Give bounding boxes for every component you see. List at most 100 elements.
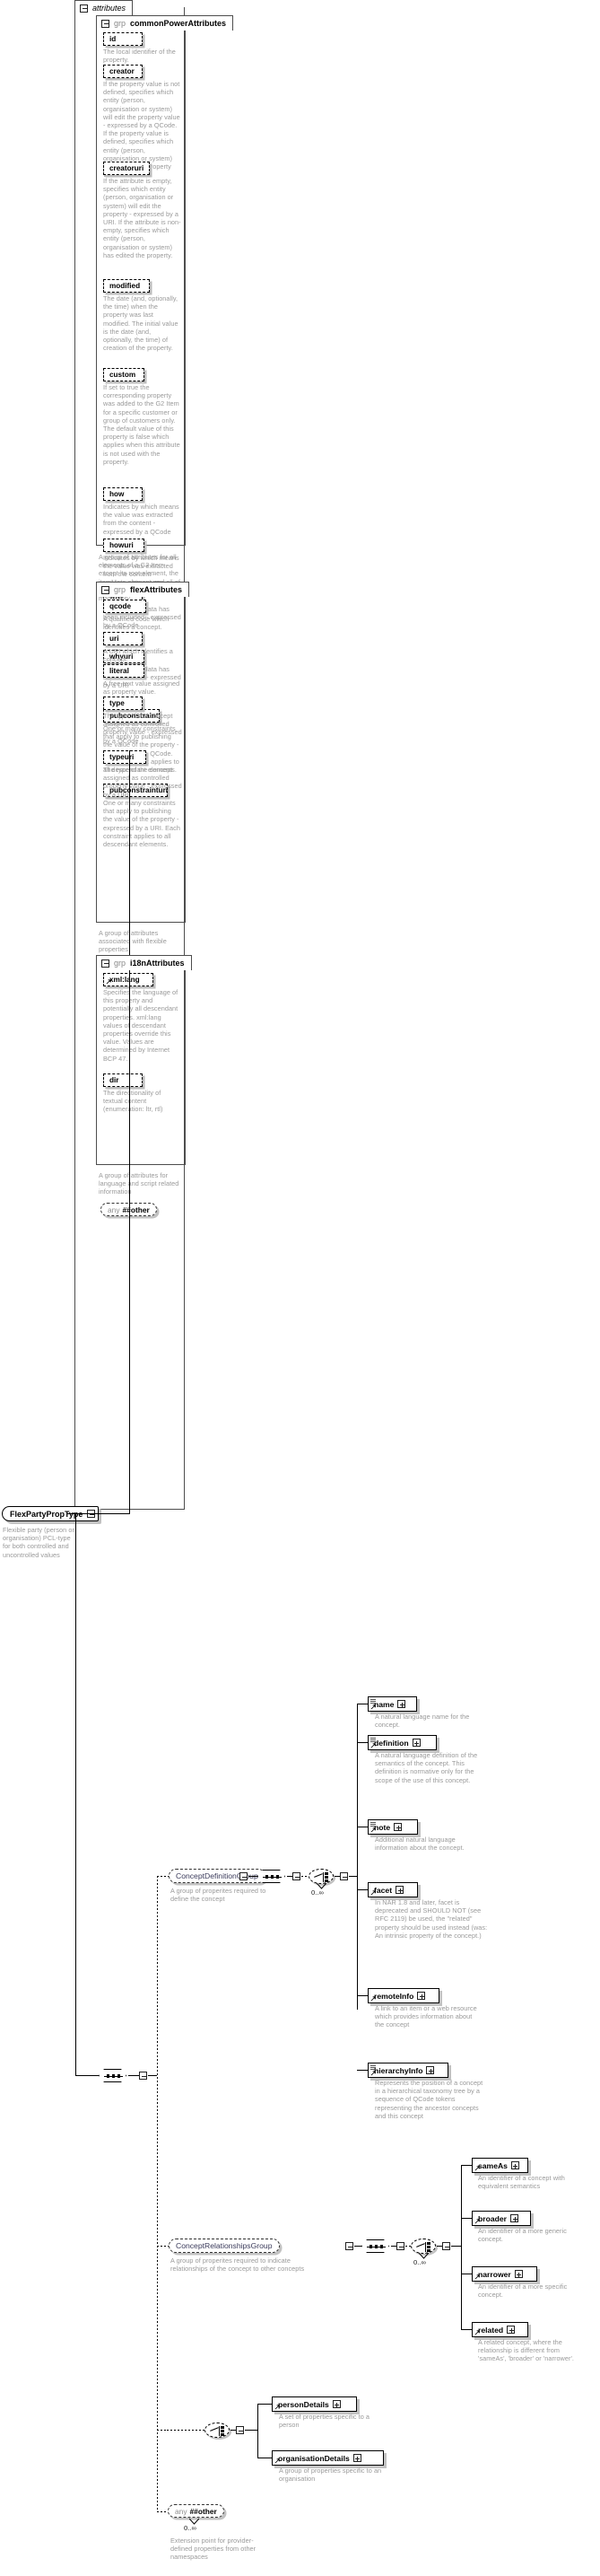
choice-collapse-icon-cdg[interactable] xyxy=(340,1872,348,1880)
element-definition[interactable]: definition xyxy=(368,1735,437,1750)
group-tab-commonPowerAttributes[interactable]: grp commonPowerAttributes xyxy=(96,15,234,31)
attribute-doc-xml-lang: Specifies the language of this property … xyxy=(103,988,178,1063)
attribute-creator[interactable]: creator xyxy=(103,65,143,78)
choice-compositor-details[interactable] xyxy=(204,2423,230,2438)
connector-crg-children-spine xyxy=(461,2165,462,2329)
element-expand-icon[interactable] xyxy=(352,2454,361,2462)
element-doc-name: A natural language name for the concept. xyxy=(375,1713,470,1730)
attribute-creatoruri[interactable]: creatoruri xyxy=(103,162,150,175)
attribute-label: typeuri xyxy=(109,753,135,761)
element-expand-icon[interactable] xyxy=(510,2214,518,2222)
attributes-collapse-icon[interactable] xyxy=(80,4,88,13)
element-hierarchyInfo[interactable]: hierarchyInfo xyxy=(368,2063,448,2078)
element-label: personDetails xyxy=(278,2399,329,2409)
choice-compositor-cdg[interactable] xyxy=(309,1869,334,1884)
element-expand-icon[interactable] xyxy=(332,2400,341,2408)
group-keyword: grp xyxy=(114,959,126,968)
attribute-how[interactable]: how xyxy=(103,487,143,501)
element-broader[interactable]: broader xyxy=(472,2211,531,2226)
element-facet[interactable]: facet xyxy=(368,1882,418,1897)
attribute-label: modified xyxy=(109,282,141,290)
attribute-label: dir xyxy=(109,1076,119,1084)
attribute-type[interactable]: type xyxy=(103,697,143,710)
element-remoteInfo[interactable]: remoteInfo xyxy=(368,1988,439,2003)
attribute-doc-modified: The date (and, optionally, the time) whe… xyxy=(103,294,178,353)
attribute-xml-lang[interactable]: xml:lang xyxy=(103,973,153,986)
attribute-howuri[interactable]: howuri xyxy=(103,539,144,552)
attribute-modified[interactable]: modified xyxy=(103,279,150,293)
element-personDetails[interactable]: personDetails xyxy=(272,2396,357,2412)
attributes-panel-tab[interactable]: attributes xyxy=(74,0,134,15)
group-tab-i18nAttributes[interactable]: grp i18nAttributes xyxy=(96,955,192,970)
element-organisationDetails[interactable]: organisationDetails xyxy=(272,2450,384,2466)
connector-to-any-element xyxy=(157,2511,168,2512)
connector-to-sameas xyxy=(461,2165,472,2166)
group-collapse-icon-ConceptRelationshipsGroup[interactable] xyxy=(345,2242,353,2250)
element-doc-definition: A natural language definition of the sem… xyxy=(375,1751,478,1784)
group-tab-flexAttributes[interactable]: grp flexAttributes xyxy=(96,582,190,597)
sequence-compositor-root[interactable] xyxy=(99,2069,126,2082)
element-expand-icon[interactable] xyxy=(396,1886,404,1894)
element-expand-icon[interactable] xyxy=(507,2326,516,2334)
attribute-uri[interactable]: uri xyxy=(103,632,143,645)
attribute-doc-creatoruri: If the attribute is empty, specifies whi… xyxy=(103,177,181,259)
element-expand-icon[interactable] xyxy=(510,2161,519,2169)
connector-cdg-to-seq xyxy=(248,1876,257,1877)
element-name[interactable]: name xyxy=(368,1696,417,1712)
attribute-qcode[interactable]: qcode xyxy=(103,600,146,613)
attribute-label: how xyxy=(109,490,125,498)
group-collapse-icon-flexAttributes[interactable] xyxy=(101,585,109,594)
element-expand-icon[interactable] xyxy=(412,1739,421,1747)
connector-to-facet xyxy=(357,1889,368,1890)
element-expand-icon[interactable] xyxy=(417,1992,426,2000)
element-expand-icon[interactable] xyxy=(394,1823,403,1831)
attribute-label: type xyxy=(109,699,125,707)
attribute-doc-how: Indicates by which means the value was e… xyxy=(103,503,179,536)
attribute-doc-literal: A free-text value assigned as property v… xyxy=(103,679,180,697)
attribute-custom[interactable]: custom xyxy=(103,368,144,381)
element-note[interactable]: note xyxy=(368,1819,418,1835)
element-narrower[interactable]: narrower xyxy=(472,2266,537,2282)
attribute-literal[interactable]: literal xyxy=(103,664,144,678)
cardinality-label-crg: 0..∞ xyxy=(413,2258,426,2266)
connector-main-to-seq xyxy=(75,2075,99,2076)
element-sameAs[interactable]: sameAs xyxy=(472,2158,528,2173)
connector-to-conceptrelationshipsgroup xyxy=(157,2246,169,2247)
element-expand-icon[interactable] xyxy=(426,2066,435,2074)
attribute-doc-custom: If set to true the corresponding propert… xyxy=(103,383,180,466)
any-keyword: any xyxy=(108,1205,120,1214)
element-doc-narrower: An identifier of a more specific concept… xyxy=(478,2282,568,2300)
sequence-compositor-crg[interactable] xyxy=(361,2239,389,2253)
connector-type-right xyxy=(67,1513,130,1514)
choice-compositor-crg[interactable] xyxy=(411,2239,436,2254)
cardinality-label-cdg: 0..∞ xyxy=(311,1888,324,1897)
connector-to-broader xyxy=(461,2218,472,2219)
choice-collapse-icon-details[interactable] xyxy=(236,2426,244,2434)
element-group-ConceptRelationshipsGroup[interactable]: ConceptRelationshipsGroup xyxy=(169,2239,280,2253)
group-keyword: grp xyxy=(114,585,126,594)
group-collapse-icon-commonPowerAttributes[interactable] xyxy=(101,19,109,28)
sequence-collapse-icon-cdg[interactable] xyxy=(292,1872,300,1880)
attribute-label: howuri xyxy=(109,541,134,549)
attribute-id[interactable]: id xyxy=(103,32,143,46)
attribute-typeuri[interactable]: typeuri xyxy=(103,750,146,764)
attribute-dir[interactable]: dir xyxy=(103,1073,143,1087)
attribute-label: id xyxy=(109,35,117,43)
connector-to-details-choice xyxy=(157,2430,167,2431)
group-collapse-icon-ConceptDefinitionGroup[interactable] xyxy=(239,1872,248,1880)
element-expand-icon[interactable] xyxy=(397,1700,406,1708)
element-label: related xyxy=(478,2325,504,2335)
connector-cdg-to-choice xyxy=(301,1876,309,1877)
group-name-flexAttributes: flexAttributes xyxy=(130,585,183,594)
element-expand-icon[interactable] xyxy=(514,2270,523,2278)
sequence-collapse-icon-crg[interactable] xyxy=(396,2242,404,2250)
any-element-wildcard[interactable]: any ##other xyxy=(168,2504,224,2518)
sequence-collapse-icon-root[interactable] xyxy=(139,2072,147,2080)
choice-collapse-icon-crg[interactable] xyxy=(442,2242,450,2250)
element-label: name xyxy=(374,1699,395,1709)
group-collapse-icon-i18nAttributes[interactable] xyxy=(101,959,109,968)
element-doc-broader: An identifier of a more generic concept. xyxy=(478,2227,567,2244)
element-related[interactable]: related xyxy=(472,2322,528,2337)
sequence-compositor-cdg[interactable] xyxy=(257,1870,285,1883)
connector-details-fanout xyxy=(245,2430,258,2431)
